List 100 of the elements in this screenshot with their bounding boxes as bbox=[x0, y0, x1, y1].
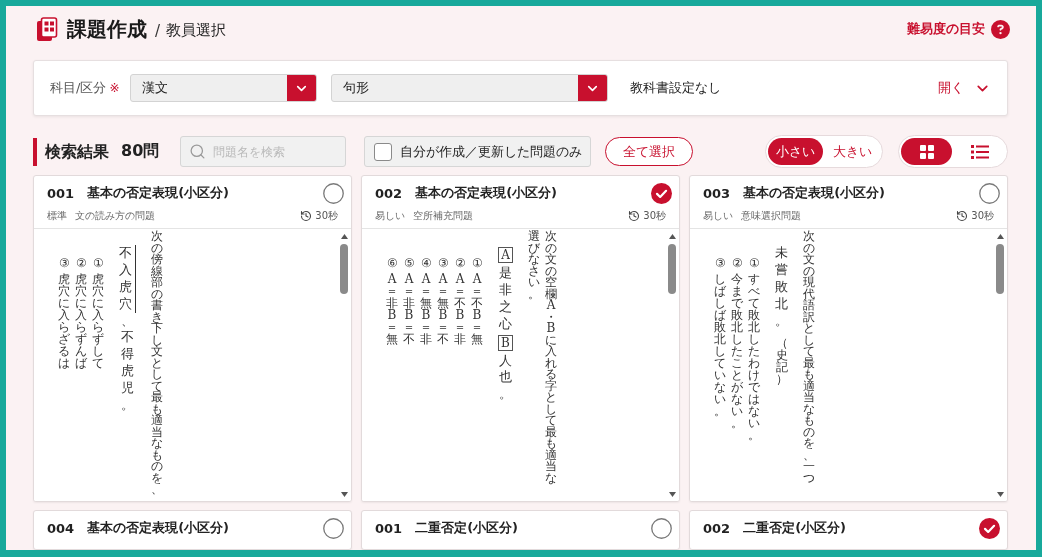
triangle-down-icon[interactable] bbox=[668, 492, 676, 497]
result-count: 80問 bbox=[121, 141, 160, 162]
option-marker: ② bbox=[75, 257, 87, 269]
question-title: 基本の否定表現(小区分) bbox=[87, 184, 230, 202]
checked-circle-icon[interactable] bbox=[979, 517, 1000, 539]
scrollbar-thumb[interactable] bbox=[340, 244, 348, 294]
list-icon bbox=[970, 144, 989, 159]
view-option[interactable] bbox=[901, 138, 952, 165]
option-text: A＝無 B＝不 bbox=[437, 273, 449, 345]
option-text: A＝不 B＝無 bbox=[471, 273, 483, 345]
option-marker: ③ bbox=[437, 257, 449, 269]
help-icon bbox=[991, 19, 1010, 39]
triangle-up-icon[interactable] bbox=[996, 234, 1004, 239]
instruction-text: 次の文の空欄A・Bに入れる字として最も適当な bbox=[545, 231, 557, 485]
select-all-button[interactable]: 全て選択 bbox=[605, 137, 694, 166]
question-card[interactable]: 004 基本の否定表現(小区分) bbox=[33, 510, 352, 550]
source-text: （史記） bbox=[775, 337, 788, 386]
page-subtitle: 教員選択 bbox=[166, 21, 227, 40]
option-marker: ① bbox=[471, 257, 483, 269]
own-problems-filter[interactable]: 自分が作成／更新した問題のみ bbox=[364, 136, 592, 167]
question-type: 空所補充問題 bbox=[413, 209, 473, 223]
option-text: 今まで敗北したことがない。 bbox=[731, 273, 743, 429]
clock-icon bbox=[300, 210, 313, 222]
question-number: 002 bbox=[375, 185, 403, 201]
question-title: 基本の否定表現(小区分) bbox=[743, 184, 886, 202]
clock-icon bbox=[956, 210, 969, 222]
question-card[interactable]: 002 二重否定(小区分) bbox=[689, 510, 1008, 550]
question-title: 二重否定(小区分) bbox=[743, 519, 847, 537]
results-heading: 検索結果 bbox=[33, 137, 109, 166]
difficulty-guide-link[interactable]: 難易度の目安 bbox=[907, 19, 1010, 39]
option-text: 虎穴に入らずんば bbox=[75, 273, 87, 369]
size-option[interactable]: 小さい bbox=[768, 138, 823, 165]
option-text: 虎穴に入らずして bbox=[92, 273, 104, 369]
dropdown-button[interactable] bbox=[578, 75, 608, 101]
textbook-status: 教科書設定なし bbox=[630, 79, 722, 97]
question-card[interactable]: 003 基本の否定表現(小区分) 易しい 意味選択問題 30秒 次の文の現代語訳として最も適当なものを、一つ 未嘗敗北。 （史記） ③ しばしば敗北していない。 ② 今まで敗北したことがない。 ① すべて敗北したわけではない。 bbox=[689, 175, 1008, 502]
search-icon bbox=[189, 143, 207, 160]
answer-blank: A bbox=[498, 247, 513, 263]
option-marker: ① bbox=[92, 257, 104, 269]
question-card[interactable]: 002 基本の否定表現(小区分) 易しい 空所補充問題 30秒 次の文の空欄A・Bに入れる字として最も適当な 選びなさい。 A 是非之心 B 人也。 ⑥ A＝非 B＝無 ⑤ A＝非 B＝不 ④ A＝無 B＝非 ③ A＝無 B＝不 ② A＝不 B＝非 ① A＝不 B＝無 bbox=[361, 175, 680, 502]
question-title: 基本の否定表現(小区分) bbox=[87, 519, 230, 537]
question-number: 003 bbox=[703, 185, 731, 201]
question-number: 004 bbox=[47, 520, 75, 536]
question-card[interactable]: 001 基本の否定表現(小区分) 標準 文の読み方の問題 30秒 次の傍線部の書き下し文として最も適当なものを、 不入虎穴 、不得虎児。 ③ 虎穴に入らざるは ② 虎穴に入らずんば ① 虎穴に入らずして bbox=[33, 175, 352, 502]
option-text: A＝非 B＝無 bbox=[386, 273, 398, 345]
scrollbar-thumb[interactable] bbox=[668, 244, 676, 294]
passage-text: 、不得虎児。 bbox=[121, 312, 134, 414]
question-type: 意味選択問題 bbox=[741, 209, 801, 223]
dropdown-button[interactable] bbox=[287, 75, 317, 101]
checkbox[interactable] bbox=[374, 142, 393, 161]
question-card[interactable]: 001 二重否定(小区分) bbox=[361, 510, 680, 550]
time-limit: 30秒 bbox=[643, 209, 666, 223]
scrollbar-thumb[interactable] bbox=[996, 244, 1004, 294]
option-text: 虎穴に入らざるは bbox=[58, 273, 70, 369]
question-type: 文の読み方の問題 bbox=[75, 209, 155, 223]
triangle-up-icon[interactable] bbox=[340, 234, 348, 239]
answer-blank: B bbox=[498, 334, 513, 351]
difficulty-label: 標準 bbox=[47, 209, 67, 223]
instruction-text: 次の傍線部の書き下し文として最も適当なものを、 bbox=[151, 231, 163, 496]
passage-text: 人也。 bbox=[499, 352, 512, 404]
book-icon bbox=[36, 16, 58, 42]
option-marker: ② bbox=[731, 257, 743, 269]
difficulty-label: 易しい bbox=[703, 209, 733, 223]
underlined-passage: 不入虎穴 bbox=[119, 245, 136, 313]
time-limit: 30秒 bbox=[971, 209, 994, 223]
option-text: A＝無 B＝非 bbox=[420, 273, 432, 345]
dropdown-select[interactable]: 句形 bbox=[331, 74, 609, 102]
circle-icon[interactable] bbox=[323, 517, 344, 539]
triangle-up-icon[interactable] bbox=[668, 234, 676, 239]
breadcrumb-separator: / bbox=[155, 21, 161, 40]
time-limit: 30秒 bbox=[315, 209, 338, 223]
circle-icon[interactable] bbox=[651, 517, 672, 539]
triangle-down-icon[interactable] bbox=[340, 492, 348, 497]
filter-label: 科目/区分 bbox=[50, 79, 107, 97]
dropdown-select[interactable]: 漢文 bbox=[130, 74, 318, 102]
option-marker: ② bbox=[454, 257, 466, 269]
option-marker: ⑥ bbox=[386, 257, 398, 269]
question-number: 002 bbox=[703, 520, 731, 536]
option-text: A＝不 B＝非 bbox=[454, 273, 466, 345]
passage-text: 是非之心 bbox=[499, 265, 512, 333]
triangle-down-icon[interactable] bbox=[996, 492, 1004, 497]
question-title: 二重否定(小区分) bbox=[415, 519, 519, 537]
instruction-text: 選びなさい。 bbox=[528, 231, 540, 303]
question-title: 基本の否定表現(小区分) bbox=[415, 184, 558, 202]
option-marker: ③ bbox=[714, 257, 726, 269]
passage-text: 未嘗敗北。 bbox=[775, 245, 788, 330]
option-marker: ④ bbox=[420, 257, 432, 269]
grid-icon bbox=[919, 144, 934, 159]
circle-icon[interactable] bbox=[323, 182, 344, 204]
option-text: しばしば敗北していない。 bbox=[714, 273, 726, 417]
instruction-text: 次の文の現代語訳として最も適当なものを、一つ bbox=[803, 231, 815, 485]
clock-icon bbox=[628, 210, 641, 222]
checked-circle-icon[interactable] bbox=[651, 182, 672, 204]
expand-toggle[interactable]: 開く bbox=[938, 79, 991, 97]
option-text: すべて敗北したわけではない。 bbox=[748, 273, 760, 441]
required-mark: ※ bbox=[109, 81, 120, 95]
circle-icon[interactable] bbox=[979, 182, 1000, 204]
size-option[interactable]: 大きい bbox=[825, 138, 880, 165]
page-title: 課題作成 bbox=[67, 15, 147, 43]
option-marker: ⑤ bbox=[403, 257, 415, 269]
